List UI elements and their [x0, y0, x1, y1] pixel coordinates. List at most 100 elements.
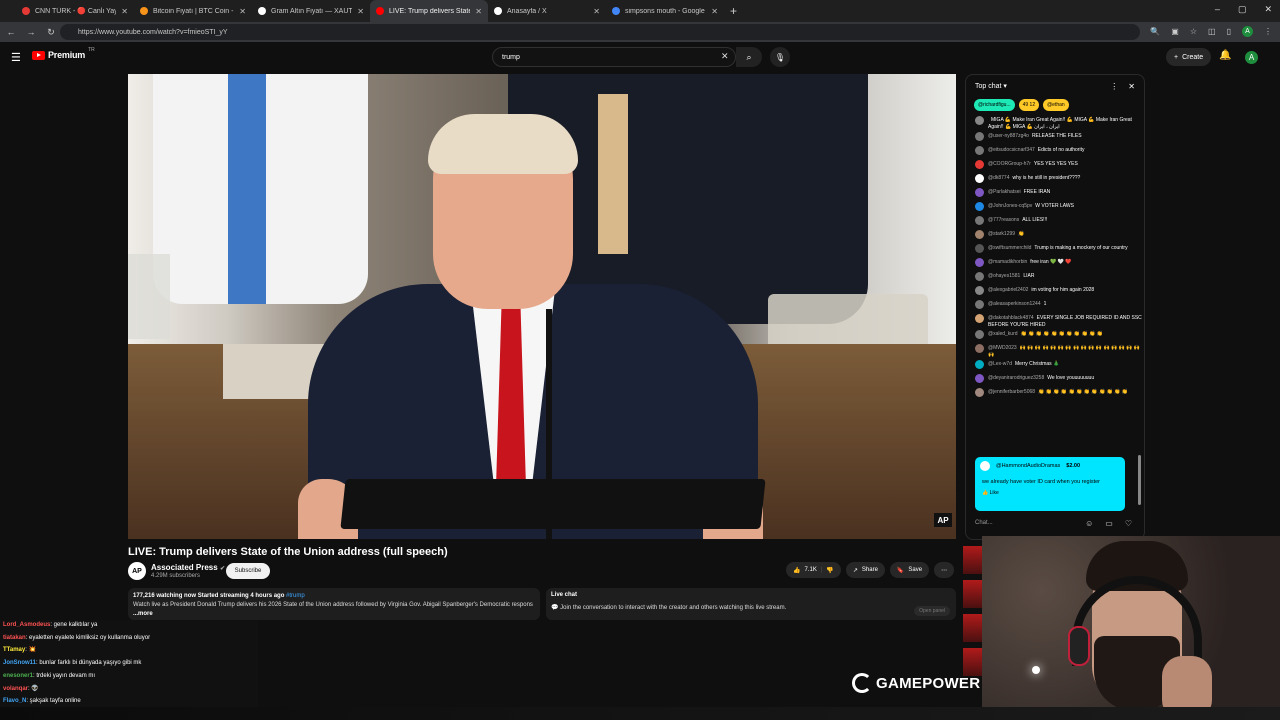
chat-mode-dropdown[interactable]: Top chat ▾: [975, 82, 1007, 90]
bookmark-star-icon[interactable]: ☆: [1190, 27, 1197, 36]
membership-icon[interactable]: ▭: [1105, 519, 1113, 528]
chat-avatar: [975, 160, 984, 169]
chat-text: MIGA 💪 Make Iran Great Again!! 💪 MIGA 💪 …: [988, 117, 1132, 130]
extensions-icon[interactable]: ◫: [1208, 27, 1216, 36]
overlay-chat-text: : gene kalktılar ya: [50, 622, 98, 628]
recommended-thumbnail[interactable]: [963, 614, 982, 642]
superchat-text: we already have voter ID card when you r…: [982, 479, 1101, 485]
more-vertical-icon[interactable]: ⋮: [1110, 82, 1118, 91]
chat-message[interactable]: @deyanirarodriguez3258 We love youuuuuuuu: [975, 373, 1142, 387]
url-field[interactable]: https://www.youtube.com/watch?v=fmieoSTI…: [60, 24, 1140, 40]
chat-message[interactable]: @swiftsummerchild Trump is making a mocke…: [975, 243, 1142, 257]
chat-author: @dakotahblack4874: [988, 315, 1034, 321]
browser-tab[interactable]: Gram Altın Fiyatı — XAUTRYG |... ✕: [252, 0, 370, 22]
superchat-card[interactable]: @HammondAudioDramas $2.00 we already hav…: [975, 457, 1125, 511]
youtube-logo[interactable]: Premium TR: [32, 47, 95, 60]
chat-author: @mamadikhorbin: [988, 259, 1028, 265]
close-tab-icon[interactable]: ✕: [357, 7, 364, 16]
browser-menu-icon[interactable]: ⋮: [1264, 27, 1272, 36]
close-tab-icon[interactable]: ✕: [711, 7, 718, 16]
recommended-thumbnail[interactable]: [963, 648, 982, 676]
browser-tab[interactable]: simpsons mouth - Google Sea... ✕: [606, 0, 724, 22]
browser-tab[interactable]: Bitcoin Fiyatı | BTC Coin - Inves... ✕: [134, 0, 252, 22]
chat-input[interactable]: Chat...: [975, 520, 993, 526]
search-button[interactable]: ⌕: [736, 47, 762, 67]
channel-avatar[interactable]: AP: [128, 562, 146, 580]
minimize-icon[interactable]: –: [1215, 4, 1220, 15]
browser-tab[interactable]: Anasayfa / X ✕: [488, 0, 606, 22]
tab-title: simpsons mouth - Google Sea...: [625, 7, 706, 15]
close-tab-icon[interactable]: ✕: [475, 7, 482, 16]
account-avatar[interactable]: A: [1245, 51, 1258, 64]
ap-watermark: AP: [934, 513, 952, 527]
clear-search-icon[interactable]: ✕: [721, 51, 729, 62]
reload-icon[interactable]: ↻: [46, 27, 56, 38]
chat-message[interactable]: @777reasons ALL LIES!!!: [975, 215, 1142, 229]
close-tab-icon[interactable]: ✕: [121, 7, 128, 16]
close-window-icon[interactable]: ✕: [1264, 4, 1272, 15]
more-actions-button[interactable]: ⋯: [934, 562, 955, 578]
chat-message[interactable]: @aleasaperkinson1244 1: [975, 299, 1142, 313]
chat-message[interactable]: @eitsudocsicnarf347 Edicts of no authorit…: [975, 145, 1142, 159]
save-button[interactable]: 🔖 Save: [889, 562, 930, 578]
superchat-like-button[interactable]: 👍 Like: [975, 490, 1125, 496]
notifications-bell-icon[interactable]: 🔔: [1219, 50, 1231, 61]
close-tab-icon[interactable]: ✕: [593, 7, 600, 16]
video-player[interactable]: AP: [128, 74, 956, 539]
chat-message[interactable]: @Parlakhatsei FREE IRAN: [975, 187, 1142, 201]
superchat-ticker[interactable]: @richardfigu...: [974, 99, 1015, 111]
chat-message[interactable]: MIGA 💪 Make Iran Great Again!! 💪 MIGA 💪 …: [975, 115, 1142, 131]
microphone-icon[interactable]: 🎙: [770, 47, 790, 67]
chat-message[interactable]: @MWD2023 🙌 🙌 🙌 🙌 🙌 🙌 🙌 🙌 🙌 🙌 🙌 🙌 🙌 🙌 🙌 🙌 …: [975, 343, 1142, 359]
thumbs-down-icon[interactable]: 👎: [826, 567, 833, 574]
search-input[interactable]: trump: [492, 47, 736, 67]
heart-icon[interactable]: ♡: [1125, 519, 1132, 528]
chat-message[interactable]: @xaled_kurd 👏 👏 👏 👏 👏 👏 👏 👏 👏 👏 👏: [975, 329, 1142, 343]
chat-message[interactable]: @JohnJones-cq5pv W VOTER LAWS: [975, 201, 1142, 215]
profile-avatar[interactable]: A: [1242, 26, 1253, 37]
close-tab-icon[interactable]: ✕: [239, 7, 246, 16]
browser-tab[interactable]: LIVE: Trump delivers State o... ✕: [370, 0, 488, 22]
chat-message[interactable]: @COORGroup-h7r YES YES YES YES: [975, 159, 1142, 173]
maximize-icon[interactable]: ▢: [1238, 4, 1247, 15]
browser-tab[interactable]: CNN TÜRK - 🔴 Canlı Yayın ᴴᴰ ✕: [16, 0, 134, 22]
chat-message[interactable]: @user-ny887zg4o RELEASE THE FILES: [975, 131, 1142, 145]
menu-icon[interactable]: ☰: [11, 51, 21, 64]
chat-message[interactable]: @stark1299 👏: [975, 229, 1142, 243]
cast-icon[interactable]: ▣: [1171, 27, 1179, 36]
chat-scrollbar[interactable]: [1138, 455, 1141, 505]
chat-message[interactable]: @Lex-w7d Merry Christmas 🎄: [975, 359, 1142, 373]
chat-message[interactable]: @ohayes1581 LIAR: [975, 271, 1142, 285]
sidebar-icon[interactable]: ▯: [1227, 27, 1231, 36]
share-button[interactable]: ↗ Share: [845, 562, 885, 578]
overlay-chat-text: : eyaletten eyalete kimliksiz oy kullanm…: [25, 634, 151, 641]
chat-message[interactable]: @jenniferbarber5068 👏 👏 👏 👏 👏 👏 👏 👏 👏 👏 👏…: [975, 387, 1142, 401]
zoom-icon[interactable]: 🔍: [1150, 27, 1160, 36]
open-panel-button[interactable]: Open panel: [914, 606, 950, 616]
close-chat-icon[interactable]: ✕: [1128, 82, 1135, 91]
forward-icon[interactable]: →: [26, 27, 36, 37]
chat-message[interactable]: @mamadikhorbin free iran 💚 🤍 ❤️: [975, 257, 1142, 271]
overlay-chat-line: volanqar: 👽: [3, 683, 258, 696]
recommended-thumbnail[interactable]: [963, 546, 982, 574]
chat-text: ALL LIES!!!: [1022, 217, 1048, 223]
channel-name[interactable]: Associated Press ✔: [151, 563, 225, 572]
gamepower-mark-icon: [852, 673, 872, 693]
chat-author: @alexgabriel2402: [988, 287, 1029, 293]
recommended-thumbnail[interactable]: [963, 580, 982, 608]
like-button[interactable]: 👍 7.1K | 👎: [786, 562, 841, 578]
chat-message[interactable]: @dk8774 why is he still in president????: [975, 173, 1142, 187]
chat-message[interactable]: @alexgabriel2402 im voting for him again …: [975, 285, 1142, 299]
create-button[interactable]: + Create: [1166, 48, 1212, 66]
description-hashtag[interactable]: #trump: [286, 593, 305, 599]
subscribe-button[interactable]: Subscribe: [226, 563, 270, 579]
video-description[interactable]: 177,216 watching now Started streaming 4…: [128, 588, 540, 620]
chat-message[interactable]: @dakotahblack4874 EVERY SINGLE JOB REQUIR…: [975, 313, 1142, 329]
superchat-ticker[interactable]: @ethan: [1043, 99, 1069, 111]
back-icon[interactable]: ←: [6, 27, 16, 37]
bottom-strip: [0, 707, 1280, 720]
emoji-icon[interactable]: ☺: [1085, 519, 1093, 528]
description-more[interactable]: ...more: [133, 611, 153, 617]
superchat-ticker[interactable]: 49 12: [1018, 99, 1040, 111]
new-tab-button[interactable]: +: [730, 4, 737, 18]
